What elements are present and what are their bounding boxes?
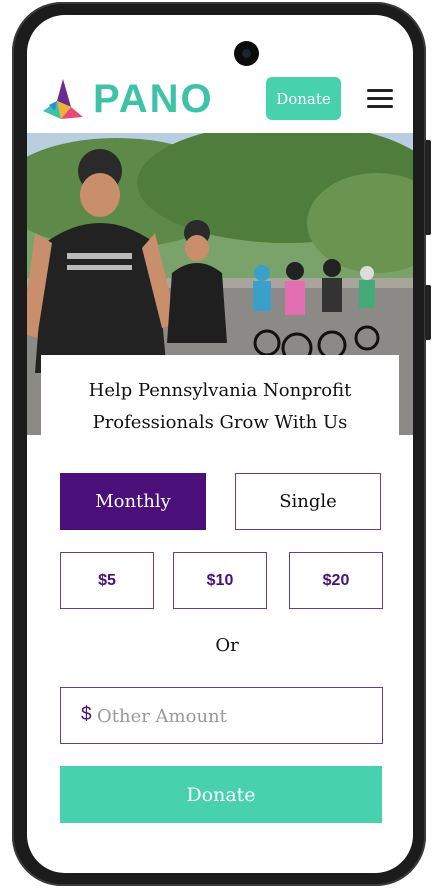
hamburger-menu-icon[interactable] — [367, 89, 393, 109]
donate-submit-button[interactable]: Donate — [60, 766, 382, 823]
other-amount-field[interactable]: $ — [60, 687, 383, 744]
currency-symbol: $ — [81, 704, 92, 725]
hero-tagline: Help Pennsylvania Nonprofit Professional… — [88, 380, 352, 433]
volume-button — [425, 140, 431, 235]
amount-5-button[interactable]: $5 — [60, 552, 154, 609]
frequency-monthly-button[interactable]: Monthly — [60, 473, 206, 530]
header-donate-button[interactable]: Donate — [266, 77, 341, 120]
power-button — [425, 285, 431, 340]
frequency-single-button[interactable]: Single — [235, 473, 381, 530]
other-amount-input[interactable] — [97, 698, 367, 734]
amount-20-button[interactable]: $20 — [289, 552, 383, 609]
front-camera — [234, 41, 259, 66]
hero-tagline-box: Help Pennsylvania Nonprofit Professional… — [41, 355, 399, 440]
brand-name[interactable]: PANO — [93, 75, 214, 123]
pano-logo-icon[interactable] — [41, 77, 85, 121]
site-header: PANO Donate — [27, 73, 413, 133]
amount-10-button[interactable]: $10 — [173, 552, 267, 609]
or-separator: Or — [215, 635, 239, 656]
phone-screen: PANO Donate Help Pennsylvania Nonprofit … — [27, 15, 413, 873]
